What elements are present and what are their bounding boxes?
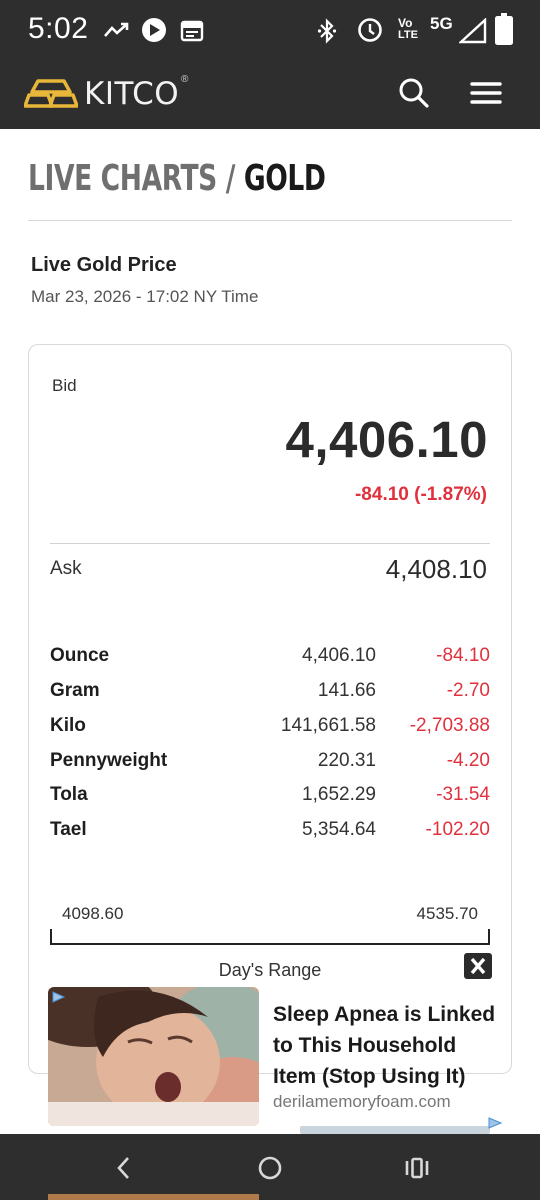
menu-button[interactable] [466,74,506,114]
unit-change: -2,703.88 [409,715,490,736]
range-high: 4535.70 [416,904,478,923]
unit-change: -2.70 [446,680,490,701]
logo-text: KITCO [84,76,180,112]
ad-choices-icon[interactable] [52,991,66,1003]
ask-value: 4,408.10 [385,554,487,584]
unit-row-ounce: Ounce 4,406.10 -84.10 [50,645,490,675]
app-notification-icon [142,18,166,42]
bluetooth-icon [317,18,337,44]
unit-price: 141.66 [317,680,376,701]
unit-name: Tola [50,784,88,805]
menu-icon [470,82,502,104]
unit-price: 4,406.10 [302,645,376,666]
recents-icon [405,1157,429,1179]
calendar-icon [180,20,204,42]
ad-choices-icon[interactable] [487,1116,503,1130]
home-icon [258,1156,282,1180]
price-timestamp: Mar 23, 2026 - 17:02 NY Time [31,287,259,306]
unit-name: Kilo [50,715,86,736]
status-time: 5:02 [28,12,89,45]
title-divider [28,220,512,221]
back-icon [117,1157,129,1179]
search-button[interactable] [394,74,434,114]
nav-home-button[interactable] [256,1154,284,1182]
day-range-label: Day's Range [218,960,322,980]
breadcrumb-gold: GOLD [243,158,326,199]
signal-icon [459,18,487,44]
bid-label: Bid [52,376,77,395]
unit-row-tael: Tael 5,354.64 -102.20 [50,819,490,849]
next-ad-preview [300,1126,490,1134]
ad-photo [48,987,259,1126]
live-price-heading: Live Gold Price [31,254,177,276]
page-title: LIVE CHARTS / GOLD [28,158,326,199]
registered-mark: ® [181,74,189,85]
unit-name: Ounce [50,645,110,666]
unit-change: -31.54 [436,784,490,805]
breadcrumb-live-charts[interactable]: LIVE CHARTS / [28,158,235,199]
unit-row-kilo: Kilo 141,661.58 -2,703.88 [50,715,490,745]
bid-value: 4,406.10 [285,411,488,468]
range-low: 4098.60 [62,904,124,923]
unit-name: Tael [50,819,87,840]
alarm-icon [358,18,382,42]
unit-change: -4.20 [446,750,490,771]
ad-image-overflow [48,1194,259,1200]
unit-name: Gram [50,680,100,701]
day-range-bar [50,929,490,945]
unit-row-pennyweight: Pennyweight 220.31 -4.20 [50,750,490,780]
site-header: KITCO ® [0,58,540,129]
unit-change: -102.20 [425,819,490,840]
status-bar: 5:02 Vo LTE 5G [0,0,540,58]
unit-price: 141,661.58 [280,715,376,736]
unit-price: 1,652.29 [302,784,376,805]
ad-image[interactable] [48,987,259,1126]
ask-label: Ask [50,558,82,579]
unit-change: -84.10 [436,645,490,666]
ad-close-button[interactable] [464,953,492,979]
nav-recents-button[interactable] [403,1154,431,1182]
bid-change: -84.10 (-1.87%) [354,484,487,505]
unit-price: 220.31 [317,750,376,771]
unit-name: Pennyweight [50,750,168,771]
kitco-logo[interactable]: KITCO ® [24,74,188,112]
volte-top: Vo [398,16,413,30]
battery-icon [495,13,513,45]
unit-row-tola: Tola 1,652.29 -31.54 [50,784,490,814]
unit-row-gram: Gram 141.66 -2.70 [50,680,490,710]
search-icon [399,78,429,108]
volte-bottom: LTE [398,29,418,41]
gold-bars-icon [24,79,78,108]
ad-domain[interactable]: derilamemoryfoam.com [273,1092,451,1112]
system-nav-bar [0,1134,540,1200]
close-icon [470,957,486,975]
ad-headline[interactable]: Sleep Apnea is Linked to This Household … [273,999,503,1092]
nav-back-button[interactable] [110,1154,138,1182]
trending-icon [104,22,129,37]
unit-price: 5,354.64 [302,819,376,840]
network-label: 5G [430,14,453,33]
ask-divider [50,543,490,544]
